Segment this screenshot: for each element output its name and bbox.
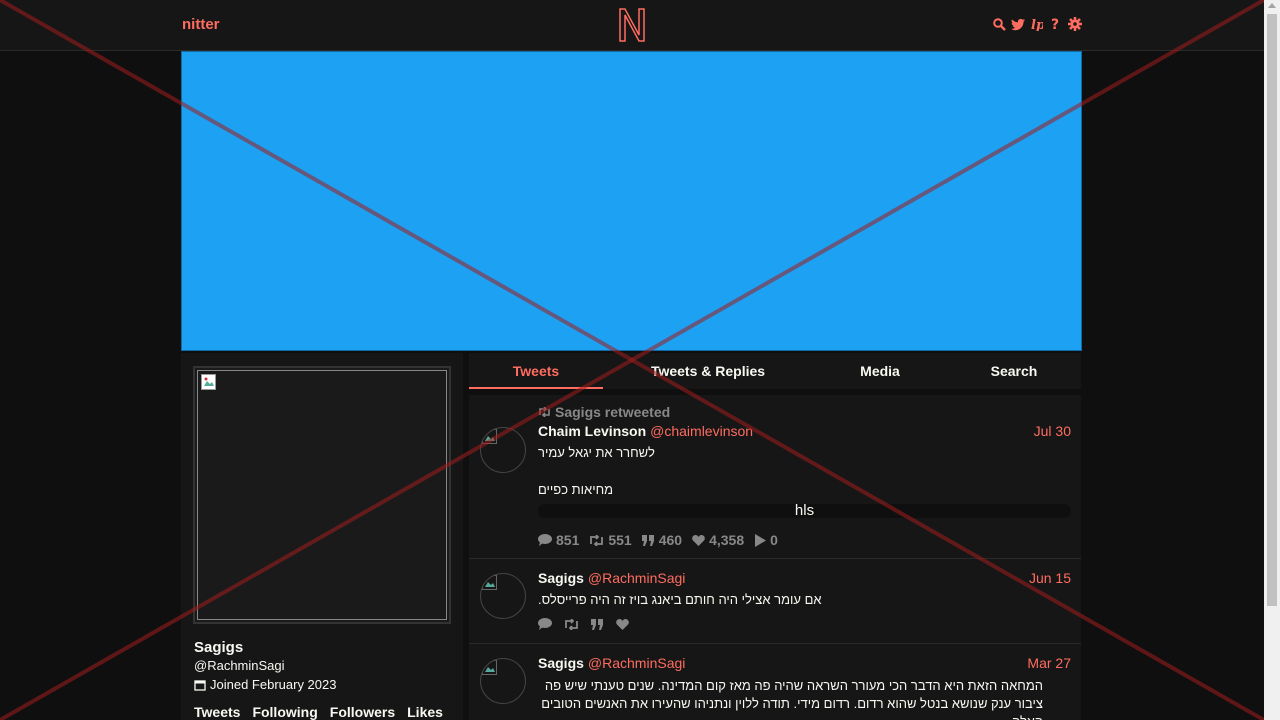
- broken-image-icon: [201, 374, 216, 390]
- profile-fullname[interactable]: Sagigs: [194, 639, 243, 656]
- tweet-handle[interactable]: @chaimlevinson: [650, 423, 753, 439]
- avatar-image-area: [197, 370, 447, 620]
- reply-stat[interactable]: [538, 618, 552, 630]
- tweet-date[interactable]: Jul 30: [1034, 423, 1071, 439]
- tweet-fullname[interactable]: Chaim Levinson: [538, 423, 646, 439]
- timeline: Tweets Tweets & Replies Media Search Sag…: [469, 353, 1081, 720]
- comment-icon: [538, 618, 552, 630]
- settings-icon[interactable]: [1068, 16, 1082, 32]
- tweet-author[interactable]: Sagigs @RachminSagi: [538, 570, 685, 586]
- tab-search[interactable]: Search: [969, 363, 1059, 379]
- retweet-stat[interactable]: 551: [589, 532, 632, 548]
- heart-icon: [692, 534, 705, 546]
- retweet-header-text: Sagigs retweeted: [555, 404, 671, 420]
- play-count: 0: [770, 532, 778, 548]
- play-stat[interactable]: 0: [754, 532, 778, 548]
- stat-followers[interactable]: Followers: [330, 704, 395, 720]
- tweet-handle[interactable]: @RachminSagi: [588, 570, 685, 586]
- quote-stat[interactable]: 460: [641, 532, 683, 548]
- retweet-count: 551: [608, 532, 632, 548]
- tweet-item[interactable]: Sagigs retweeted Chaim Levinson @chaimlev…: [469, 395, 1081, 559]
- tweet-stats: 851 551 460 4,358 0: [538, 532, 778, 548]
- quote-icon: [641, 534, 654, 546]
- like-count: 4,358: [709, 532, 745, 548]
- nitter-logo[interactable]: [617, 7, 647, 43]
- profile-username[interactable]: @RachminSagi: [194, 658, 285, 673]
- tweet-avatar[interactable]: [480, 658, 526, 704]
- tweet-date[interactable]: Jun 15: [1029, 570, 1071, 586]
- retweet-stat[interactable]: [564, 618, 579, 630]
- retweet-icon: [539, 407, 550, 417]
- like-stat[interactable]: [616, 618, 629, 630]
- tweet-text-line-2: מחיאות כפיים: [538, 482, 614, 497]
- retweet-icon: [565, 618, 578, 630]
- quote-icon: [591, 618, 603, 630]
- scroll-thumb[interactable]: [1267, 14, 1277, 606]
- stat-following[interactable]: Following: [252, 704, 317, 720]
- tweet-fullname[interactable]: Sagigs: [538, 655, 584, 671]
- play-icon: [755, 533, 767, 547]
- navbar: nitter lp ?: [0, 0, 1264, 51]
- comment-icon: [538, 534, 552, 546]
- tab-media[interactable]: Media: [837, 363, 923, 379]
- tweet-text-line-1: לשחרר את יגאל עמיר: [538, 445, 655, 460]
- profile-avatar[interactable]: [193, 366, 451, 624]
- stat-likes[interactable]: Likes: [407, 704, 443, 720]
- quote-stat[interactable]: [591, 618, 604, 630]
- tweet-author[interactable]: Chaim Levinson @chaimlevinson: [538, 423, 753, 439]
- page-scrollbar[interactable]: [1264, 0, 1280, 720]
- help-icon[interactable]: ?: [1049, 16, 1063, 32]
- joined-text: Joined February 2023: [210, 677, 337, 692]
- stat-tweets[interactable]: Tweets: [194, 704, 240, 720]
- brand-link[interactable]: nitter: [182, 16, 220, 33]
- tweet-handle[interactable]: @RachminSagi: [588, 655, 685, 671]
- reply-count: 851: [556, 532, 580, 548]
- broken-image-icon: [482, 660, 497, 675]
- tweet-stats: [538, 618, 629, 630]
- tweet-item[interactable]: Sagigs @RachminSagi Jun 15 אם עומר אצילי …: [469, 559, 1081, 644]
- profile-stats: Tweets Following Followers Likes: [194, 704, 443, 720]
- profile-card: Sagigs @RachminSagi Joined February 2023…: [181, 353, 463, 720]
- twitter-icon[interactable]: [1011, 16, 1025, 32]
- calendar-icon: [194, 679, 206, 691]
- svg-text:?: ?: [1051, 17, 1059, 31]
- timeline-tabs: Tweets Tweets & Replies Media Search: [469, 353, 1081, 389]
- tweet-date[interactable]: Mar 27: [1027, 655, 1071, 671]
- search-icon[interactable]: [992, 16, 1006, 32]
- tweet-video-player[interactable]: hls: [538, 503, 1071, 518]
- rss-icon[interactable]: lp: [1030, 16, 1044, 32]
- broken-image-icon: [482, 575, 497, 590]
- heart-icon: [616, 618, 629, 630]
- tweet-text: אם עומר אצילי היה חותם ביאנג בויז זה היה…: [538, 592, 822, 607]
- retweet-icon: [590, 534, 604, 546]
- quote-count: 460: [658, 532, 683, 548]
- tab-tweets-replies[interactable]: Tweets & Replies: [639, 363, 777, 379]
- tweet-avatar[interactable]: [480, 573, 526, 619]
- scroll-up-icon[interactable]: [1268, 3, 1276, 8]
- nav-icons: lp ?: [992, 16, 1082, 32]
- tweet-author[interactable]: Sagigs @RachminSagi: [538, 655, 685, 671]
- broken-image-icon: [482, 429, 497, 444]
- tweet-text: המחאה הזאת היא הדבר הכי מעורר השראה שהיה…: [541, 678, 1043, 720]
- tweet-avatar[interactable]: [480, 427, 526, 473]
- profile-joined: Joined February 2023: [194, 677, 336, 692]
- profile-banner[interactable]: [181, 51, 1082, 351]
- active-tab-indicator: [469, 387, 603, 389]
- tweet-fullname[interactable]: Sagigs: [538, 570, 584, 586]
- svg-text:lp: lp: [1031, 18, 1043, 31]
- tweet-item[interactable]: Sagigs @RachminSagi Mar 27 המחאה הזאת היא…: [469, 644, 1081, 720]
- like-stat[interactable]: 4,358: [692, 532, 744, 548]
- reply-stat[interactable]: 851: [538, 532, 579, 548]
- retweet-header: Sagigs retweeted: [538, 404, 670, 420]
- tab-tweets[interactable]: Tweets: [469, 363, 603, 379]
